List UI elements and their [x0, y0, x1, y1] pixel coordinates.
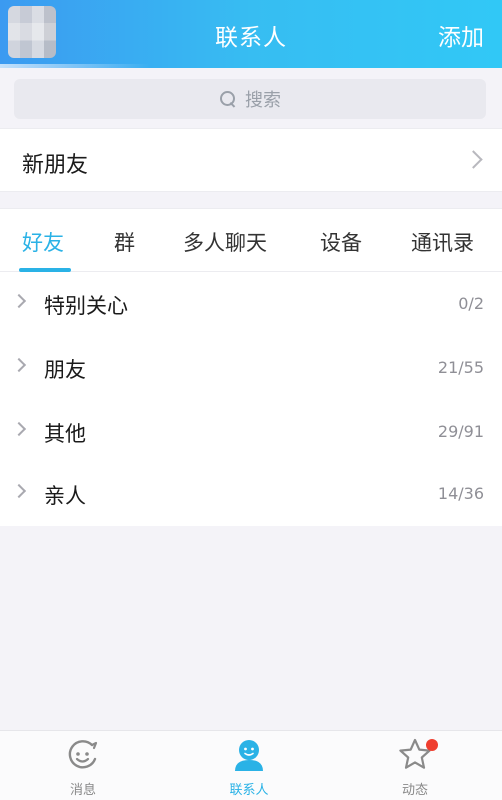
tab-multi-chat[interactable]: 多人聊天 [183, 227, 267, 257]
tab-address-book[interactable]: 通讯录 [411, 227, 474, 257]
tab-friends[interactable]: 好友 [22, 227, 64, 257]
friend-group-list: 特别关心 0/2 朋友 21/55 其他 29/91 亲人 14/36 [0, 272, 502, 526]
notification-dot-icon [426, 739, 438, 751]
chevron-right-icon [11, 293, 27, 309]
top-bar: 联系人 添加 [0, 0, 502, 74]
chevron-right-icon [11, 357, 27, 373]
search-icon [219, 90, 237, 108]
nav-messages[interactable]: 消息 [28, 737, 138, 799]
message-icon [68, 740, 98, 769]
friend-group-row[interactable]: 亲人 14/36 [0, 462, 502, 526]
contacts-icon [235, 740, 263, 771]
contact-tabs: 好友 群 多人聊天 设备 通讯录 [0, 208, 502, 272]
tab-groups[interactable]: 群 [114, 227, 135, 257]
group-name: 特别关心 [44, 294, 128, 318]
add-button[interactable]: 添加 [438, 18, 484, 52]
group-name: 朋友 [44, 358, 86, 382]
nav-contacts[interactable]: 联系人 [194, 737, 304, 799]
bottom-navigation: 消息 联系人 动态 [0, 730, 502, 800]
nav-label: 联系人 [229, 783, 269, 798]
page-title: 联系人 [215, 25, 287, 51]
nav-label: 消息 [69, 783, 96, 798]
new-friend-label: 新朋友 [22, 153, 89, 178]
chevron-right-icon [464, 150, 483, 169]
group-count: 14/36 [437, 484, 484, 503]
nav-label: 动态 [401, 783, 428, 798]
friend-group-row[interactable]: 特别关心 0/2 [0, 272, 502, 336]
group-count: 0/2 [458, 294, 484, 313]
friend-group-row[interactable]: 朋友 21/55 [0, 336, 502, 400]
chevron-right-icon [11, 421, 27, 437]
tab-devices[interactable]: 设备 [320, 227, 362, 257]
new-friend-row[interactable]: 新朋友 [0, 128, 502, 192]
nav-moments[interactable]: 动态 [360, 737, 470, 799]
search-input[interactable]: 搜索 [14, 79, 486, 119]
group-name: 亲人 [44, 484, 86, 508]
search-section: 搜索 [0, 68, 502, 128]
friend-group-row[interactable]: 其他 29/91 [0, 400, 502, 464]
chevron-right-icon [11, 483, 27, 499]
group-count: 21/55 [437, 358, 484, 377]
group-count: 29/91 [437, 422, 484, 441]
search-placeholder: 搜索 [245, 90, 281, 111]
group-name: 其他 [44, 422, 86, 446]
